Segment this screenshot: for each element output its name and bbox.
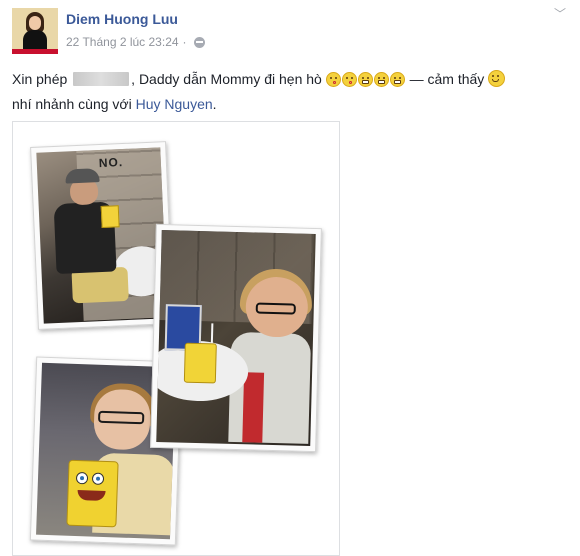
post-text-prefix: Xin phép — [12, 71, 68, 87]
feed-post: Diem Huong Luu 22 Tháng 2 lúc 23:24 · ﹀ … — [0, 0, 580, 556]
smile-emoji-icon — [488, 70, 506, 87]
post-timestamp[interactable]: 22 Tháng 2 lúc 23:24 — [66, 35, 179, 49]
post-text-suffix: . — [212, 96, 217, 112]
collage-photo-2 — [150, 223, 322, 453]
cup-image — [100, 205, 120, 229]
redacted-name — [73, 72, 130, 86]
wall-sign-text: NO. — [98, 155, 124, 171]
chevron-down-icon[interactable]: ﹀ — [553, 7, 567, 21]
spongebob-cup-image — [183, 342, 217, 384]
post-text-line2: nhí nhảnh cùng với — [12, 96, 132, 112]
author-name[interactable]: Diem Huong Luu — [66, 11, 178, 27]
post-text-middle: , Daddy dẫn Mommy đi hẹn hò — [131, 71, 322, 87]
grin-emoji-icon — [389, 72, 405, 87]
post-meta: 22 Tháng 2 lúc 23:24 · — [66, 35, 205, 49]
feeling-label: — cảm thấy — [409, 71, 485, 87]
author-avatar[interactable] — [12, 8, 58, 54]
kiss-emoji-icon — [341, 72, 357, 87]
grin-emoji-icon — [357, 72, 373, 87]
kiss-emoji-icon — [325, 72, 341, 87]
tagged-person-link[interactable]: Huy Nguyen — [136, 96, 213, 112]
globe-icon[interactable] — [193, 36, 205, 48]
post-photo[interactable]: NO. — [12, 121, 340, 556]
collage-photo-1: NO. — [30, 141, 174, 330]
grin-emoji-icon — [373, 72, 389, 87]
post-text: Xin phép , Daddy dẫn Mommy đi hẹn hò — c… — [12, 67, 568, 117]
